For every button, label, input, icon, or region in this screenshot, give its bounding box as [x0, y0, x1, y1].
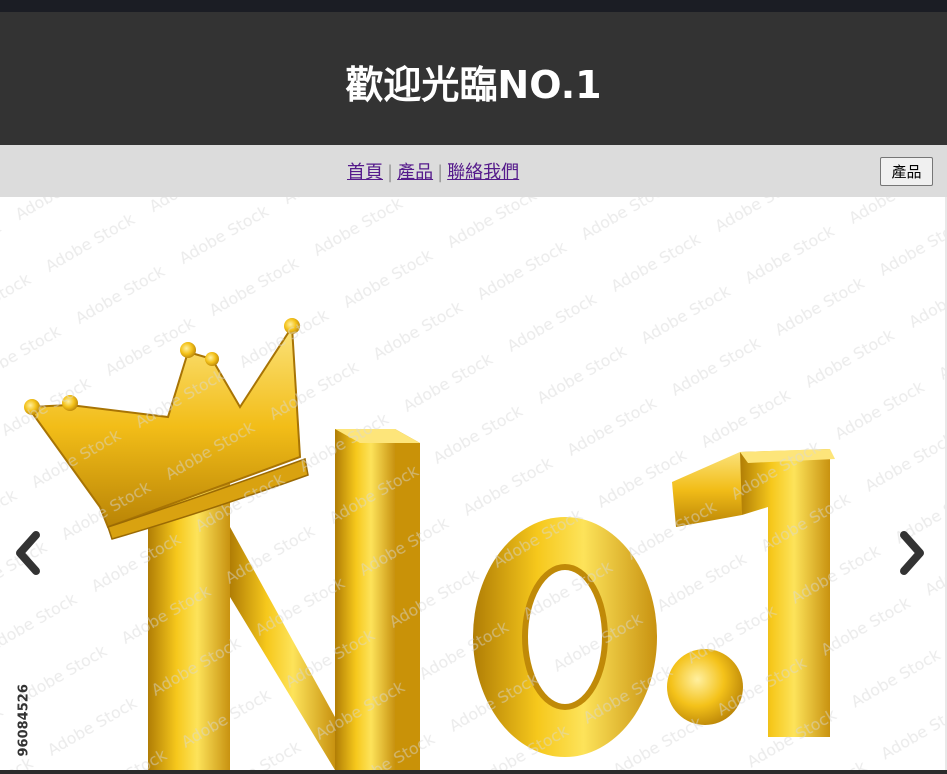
- products-button[interactable]: 產品: [880, 157, 933, 186]
- prev-slide-button[interactable]: [8, 525, 48, 581]
- stock-id-label: 96084526: [16, 684, 32, 757]
- image-slider: Adobe Stock: [0, 197, 945, 770]
- page-title: 歡迎光臨NO.1: [345, 63, 602, 107]
- nav-separator: |: [437, 162, 444, 183]
- nav-separator: |: [387, 162, 394, 183]
- nav-link-home[interactable]: 首頁: [347, 162, 383, 183]
- window-bottom-bar: [0, 770, 947, 774]
- slide-image: Adobe Stock: [0, 197, 945, 770]
- chevron-left-icon: [16, 531, 40, 575]
- chevron-right-icon: [900, 531, 924, 575]
- nav-link-products[interactable]: 產品: [397, 162, 433, 183]
- window-top-bar: [0, 0, 947, 12]
- next-slide-button[interactable]: [892, 525, 932, 581]
- site-header: 歡迎光臨NO.1: [0, 12, 947, 145]
- nav-bar: 首頁 | 產品 | 聯絡我們 產品: [0, 145, 947, 197]
- nav-link-contact[interactable]: 聯絡我們: [447, 162, 519, 183]
- nav-links: 首頁 | 產品 | 聯絡我們: [347, 158, 519, 184]
